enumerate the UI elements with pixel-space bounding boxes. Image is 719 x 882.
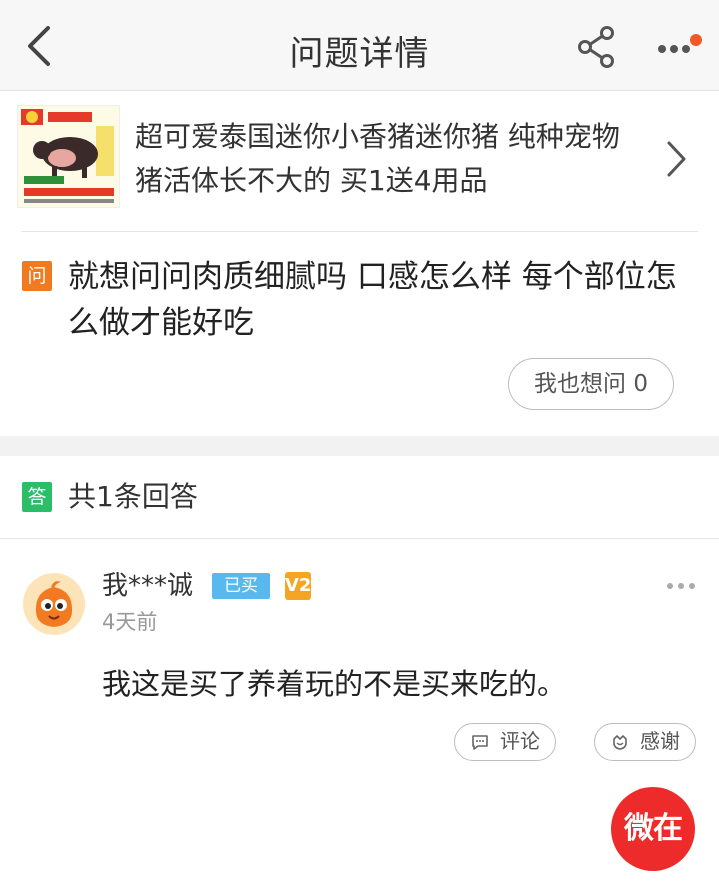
answer-timestamp: 4天前 (102, 610, 158, 634)
watermark-logo: 微在 (611, 787, 695, 871)
divider (21, 231, 698, 232)
answer-text: 我这是买了养着玩的不是买来吃的。 (102, 667, 567, 701)
more-dots-icon[interactable] (654, 34, 704, 62)
chevron-right-icon[interactable] (664, 139, 688, 179)
product-title[interactable]: 超可爱泰国迷你小香猪迷你猪 纯种宠物猪活体长不大的 买1送4用品 (135, 115, 645, 203)
username: 我***诚 (102, 571, 194, 601)
comment-button[interactable]: 评论 (454, 723, 556, 761)
product-card[interactable]: 超可爱泰国迷你小香猪迷你猪 纯种宠物猪活体长不大的 买1送4用品 (0, 91, 719, 231)
section-separator (0, 436, 719, 456)
thanks-label: 感谢 (640, 729, 680, 753)
share-icon[interactable] (575, 25, 617, 69)
thanks-button[interactable]: 感谢 (594, 723, 696, 761)
bought-badge: 已买 (212, 573, 270, 599)
divider (0, 538, 719, 539)
answer-badge: 答 (22, 482, 52, 512)
product-thumbnail (17, 105, 120, 208)
answers-count: 共1条回答 (68, 480, 198, 513)
question-text: 就想问问肉质细腻吗 口感怎么样 每个部位怎么做才能好吃 (68, 259, 677, 341)
pig-product-image (18, 106, 119, 207)
flower-icon (613, 735, 627, 750)
more-dots-icon[interactable] (666, 580, 696, 592)
question-badge: 问 (22, 261, 52, 291)
notification-dot (690, 34, 702, 46)
avatar[interactable] (23, 573, 85, 635)
navigation-bar: 问题详情 (0, 0, 719, 91)
comment-icon (472, 735, 488, 750)
ask-too-button[interactable]: 我也想问 0 (508, 358, 674, 410)
comment-label: 评论 (500, 729, 540, 753)
level-badge: V2 (285, 572, 311, 600)
